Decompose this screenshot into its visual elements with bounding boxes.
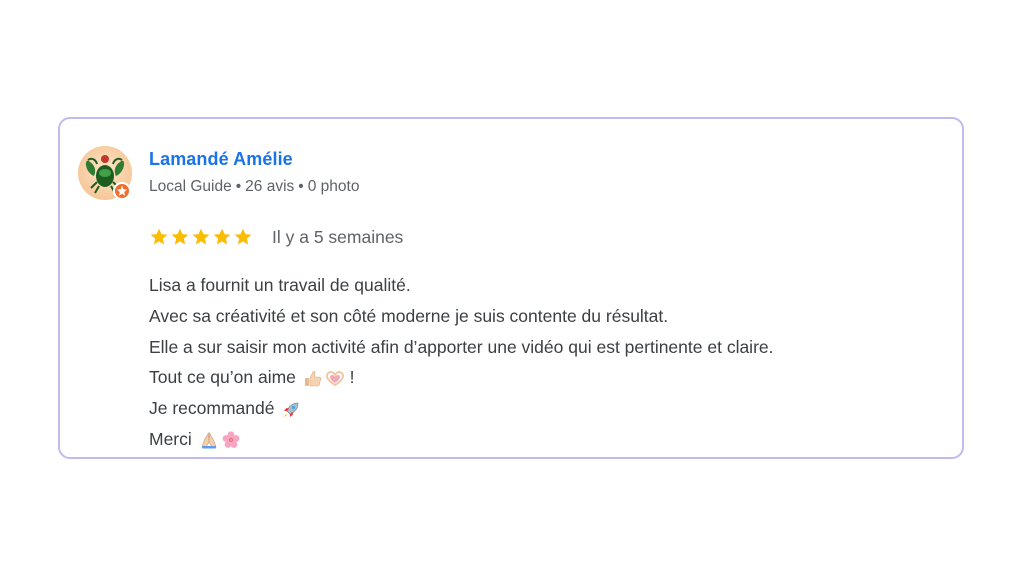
cherry-blossom-icon: [222, 431, 240, 449]
star-icon: [150, 228, 168, 245]
rating-row: Il y a 5 semaines: [149, 226, 403, 248]
rocket-icon: [284, 402, 299, 417]
star-icon: [192, 228, 210, 245]
star-icon: [213, 228, 231, 245]
local-guide-badge-icon: [113, 182, 131, 200]
review-count: 26 avis: [245, 178, 295, 195]
author-avatar[interactable]: [78, 146, 132, 200]
review-line: Avec sa créativité et son côté moderne j…: [149, 305, 669, 326]
review-card: Lamandé Amélie Local Guide • 26 avis • 0 pho…: [58, 117, 964, 459]
review-line: Elle a sur saisir mon activité afin d’ap…: [149, 336, 774, 357]
star-icon: [234, 228, 252, 245]
star-icon: [171, 228, 189, 245]
review-line: Merci: [149, 424, 949, 455]
author-meta: Local Guide • 26 avis • 0 photo: [149, 178, 359, 196]
review-line: Je recommandé: [149, 393, 949, 424]
meta-separator: •: [235, 178, 242, 195]
review-line: Lisa a fournit un travail de qualité.: [149, 275, 411, 295]
star-rating: [149, 227, 254, 247]
local-guide-label: Local Guide: [149, 178, 232, 195]
review-line-text: Je recommandé: [149, 398, 275, 419]
meta-separator: •: [298, 178, 304, 195]
photo-count: 0 photo: [307, 178, 360, 195]
folded-hands-icon: [201, 432, 217, 449]
author-name[interactable]: Lamandé Amélie: [149, 149, 293, 170]
review-line-text: !: [344, 367, 355, 388]
review-line-text: Merci: [149, 428, 192, 449]
review-line: Tout ce qu’on aime !: [149, 362, 949, 393]
review-text: Lisa a fournit un travail de qualité. Av…: [149, 270, 949, 455]
heart-hands-icon: [325, 370, 344, 386]
review-date: Il y a 5 semaines: [272, 226, 404, 247]
thumbs-up-icon: [304, 370, 321, 387]
review-line-text: Tout ce qu’on aime: [149, 367, 296, 388]
